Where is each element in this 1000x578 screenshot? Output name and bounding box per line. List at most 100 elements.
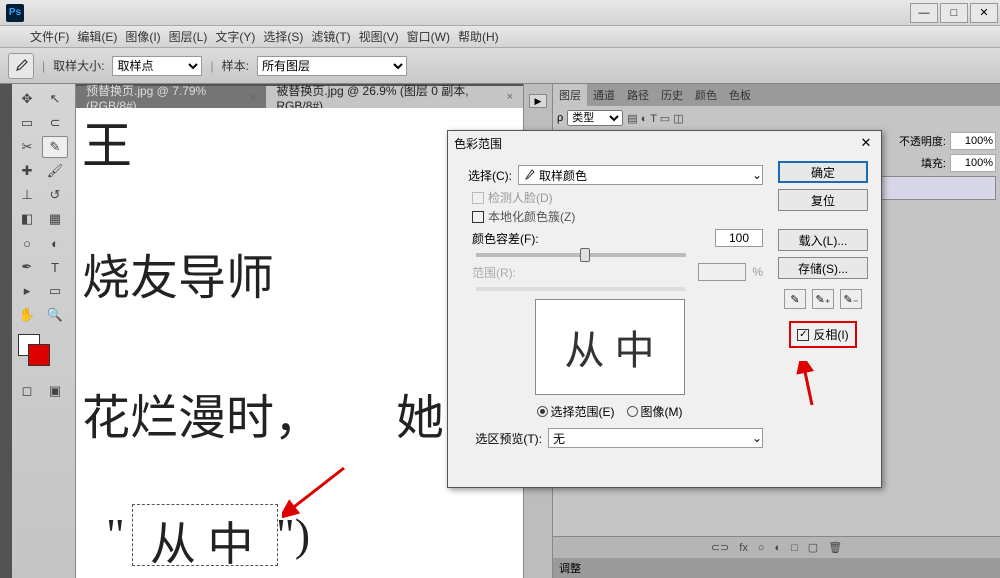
title-bar: Ps — □ ✕ bbox=[0, 0, 1000, 26]
marquee-tool[interactable]: ▭ bbox=[14, 112, 40, 134]
menu-view[interactable]: 视图(V) bbox=[359, 28, 399, 45]
panel-tab-paths[interactable]: 路径 bbox=[621, 84, 655, 106]
heal-tool[interactable]: ✚ bbox=[14, 160, 40, 182]
menu-help[interactable]: 帮助(H) bbox=[458, 28, 499, 45]
stamp-tool[interactable]: ⊥ bbox=[14, 184, 40, 206]
fuzziness-label: 颜色容差(F): bbox=[472, 230, 539, 247]
quickmask-tool[interactable]: ◻ bbox=[14, 380, 40, 402]
eyedropper-subtract-icon[interactable]: ✎₋ bbox=[840, 289, 862, 309]
type-tool[interactable]: T bbox=[42, 256, 68, 278]
mask-icon[interactable]: ○ bbox=[758, 542, 765, 554]
shape-tool[interactable]: ▭ bbox=[42, 280, 68, 302]
save-button[interactable]: 存储(S)... bbox=[778, 257, 868, 279]
percent-label: % bbox=[752, 265, 763, 279]
annotation-arrow-icon bbox=[788, 361, 828, 411]
fx-icon[interactable]: fx bbox=[739, 542, 748, 554]
app-logo: Ps bbox=[6, 4, 24, 22]
selection-preview-label: 选区预览(T): bbox=[456, 430, 542, 447]
trash-icon[interactable]: 🗑 bbox=[828, 541, 842, 554]
options-bar: | 取样大小: 取样点 | 样本: 所有图层 bbox=[0, 48, 1000, 84]
invert-checkbox[interactable]: ✓反相(I) bbox=[789, 321, 856, 348]
dialog-close-button[interactable]: ✕ bbox=[857, 134, 875, 152]
tab-close-icon[interactable]: × bbox=[250, 91, 256, 103]
panel-tab-layers[interactable]: 图层 bbox=[553, 84, 587, 106]
load-button[interactable]: 载入(L)... bbox=[778, 229, 868, 251]
sample-size-label: 取样大小: bbox=[53, 57, 104, 74]
preview-radio-group: 选择范围(E) 图像(M) bbox=[456, 403, 763, 420]
background-swatch[interactable] bbox=[28, 344, 50, 366]
document-tabs: 预替换页.jpg @ 7.79%(RGB/8#)× 被替换页.jpg @ 26.… bbox=[76, 84, 523, 108]
panel-tab-channels[interactable]: 通道 bbox=[587, 84, 621, 106]
dodge-tool[interactable]: ◐ bbox=[42, 232, 68, 254]
eyedropper-sample-icon[interactable]: ✎ bbox=[784, 289, 806, 309]
layers-bottom-bar: ⊂⊃ fx ○ ◐ □ ▢ 🗑 bbox=[553, 536, 1000, 558]
canvas-text: " bbox=[106, 508, 125, 561]
adjust-icon[interactable]: ◐ bbox=[774, 542, 781, 554]
blur-tool[interactable]: ○ bbox=[14, 232, 40, 254]
screenmode-tool[interactable]: ▣ bbox=[42, 380, 68, 402]
dialog-title: 色彩范围 bbox=[454, 135, 502, 152]
menu-edit[interactable]: 编辑(E) bbox=[77, 28, 117, 45]
link-icon[interactable]: ⊂⊃ bbox=[711, 541, 729, 554]
radio-image[interactable]: 图像(M) bbox=[627, 403, 683, 420]
panel-tab-history[interactable]: 历史 bbox=[655, 84, 689, 106]
move-tool[interactable]: ✥ bbox=[14, 88, 40, 110]
group-icon[interactable]: □ bbox=[791, 542, 798, 554]
ok-button[interactable]: 确定 bbox=[778, 161, 868, 183]
color-swatches[interactable] bbox=[14, 334, 73, 374]
pen-tool[interactable]: ✒ bbox=[14, 256, 40, 278]
close-button[interactable]: ✕ bbox=[970, 3, 998, 23]
menu-layer[interactable]: 图层(L) bbox=[169, 28, 208, 45]
history-brush-tool[interactable]: ↺ bbox=[42, 184, 68, 206]
hand-tool[interactable]: ✋ bbox=[14, 304, 40, 326]
tab-close-icon[interactable]: × bbox=[507, 91, 513, 103]
fill-value[interactable]: 100% bbox=[950, 154, 996, 172]
menu-file[interactable]: 文件(F) bbox=[30, 28, 69, 45]
gradient-tool[interactable]: ▦ bbox=[42, 208, 68, 230]
sample-select[interactable]: 所有图层 bbox=[257, 56, 407, 76]
range-input bbox=[698, 263, 746, 281]
panel-tab-group: 图层 通道 路径 历史 颜色 色板 bbox=[553, 84, 1000, 106]
play-icon[interactable]: ▶ bbox=[529, 94, 547, 108]
menu-image[interactable]: 图像(I) bbox=[125, 28, 160, 45]
fuzziness-slider[interactable] bbox=[476, 253, 686, 257]
minimize-button[interactable]: — bbox=[910, 3, 938, 23]
selection-preview-dropdown[interactable]: 无⌄ bbox=[548, 428, 763, 448]
localized-checkbox[interactable]: 本地化颜色簇(Z) bbox=[472, 208, 763, 225]
document-tab-0[interactable]: 预替换页.jpg @ 7.79%(RGB/8#)× bbox=[76, 86, 266, 108]
radio-selection[interactable]: 选择范围(E) bbox=[537, 403, 615, 420]
brush-tool[interactable]: 🖌 bbox=[42, 160, 68, 182]
lasso-tool[interactable]: ⊂ bbox=[42, 112, 68, 134]
filter-icons[interactable]: ▤ ◐ T ▭ ◫ bbox=[627, 112, 683, 125]
menu-select[interactable]: 选择(S) bbox=[263, 28, 303, 45]
sample-size-select[interactable]: 取样点 bbox=[112, 56, 202, 76]
eyedropper-tool[interactable]: ✎ bbox=[42, 136, 68, 158]
range-slider bbox=[476, 287, 686, 291]
menu-type[interactable]: 文字(Y) bbox=[215, 28, 255, 45]
menu-filter[interactable]: 滤镜(T) bbox=[311, 28, 350, 45]
arrow-tool[interactable]: ↖ bbox=[42, 88, 68, 110]
panel-tab-color[interactable]: 颜色 bbox=[689, 84, 723, 106]
maximize-button[interactable]: □ bbox=[940, 3, 968, 23]
path-select-tool[interactable]: ▸ bbox=[14, 280, 40, 302]
detect-faces-checkbox: 检测人脸(D) bbox=[472, 189, 763, 206]
document-tab-1[interactable]: 被替换页.jpg @ 26.9% (图层 0 副本, RGB/8#)× bbox=[266, 86, 523, 108]
panel-tab-swatches[interactable]: 色板 bbox=[723, 84, 757, 106]
select-dropdown[interactable]: 取样颜色 ⌄ bbox=[518, 165, 763, 185]
fuzziness-input[interactable] bbox=[715, 229, 763, 247]
zoom-tool[interactable]: 🔍 bbox=[42, 304, 68, 326]
eyedropper-add-icon[interactable]: ✎₊ bbox=[812, 289, 834, 309]
reset-button[interactable]: 复位 bbox=[778, 189, 868, 211]
menu-window[interactable]: 窗口(W) bbox=[407, 28, 450, 45]
crop-tool[interactable]: ✂ bbox=[14, 136, 40, 158]
layer-filter-select[interactable]: 类型 bbox=[567, 110, 623, 126]
dialog-right: 确定 复位 载入(L)... 存储(S)... ✎ ✎₊ ✎₋ ✓反相(I) bbox=[773, 161, 873, 452]
window-controls: — □ ✕ bbox=[910, 3, 1000, 23]
canvas-text: 花烂漫时， bbox=[82, 378, 322, 448]
new-layer-icon[interactable]: ▢ bbox=[808, 541, 818, 554]
eraser-tool[interactable]: ◧ bbox=[14, 208, 40, 230]
eyedropper-icon[interactable] bbox=[8, 53, 34, 79]
panel-tab-adjustments[interactable]: 调整 bbox=[553, 558, 1000, 578]
opacity-value[interactable]: 100% bbox=[950, 132, 996, 150]
selection-marquee bbox=[132, 504, 278, 566]
